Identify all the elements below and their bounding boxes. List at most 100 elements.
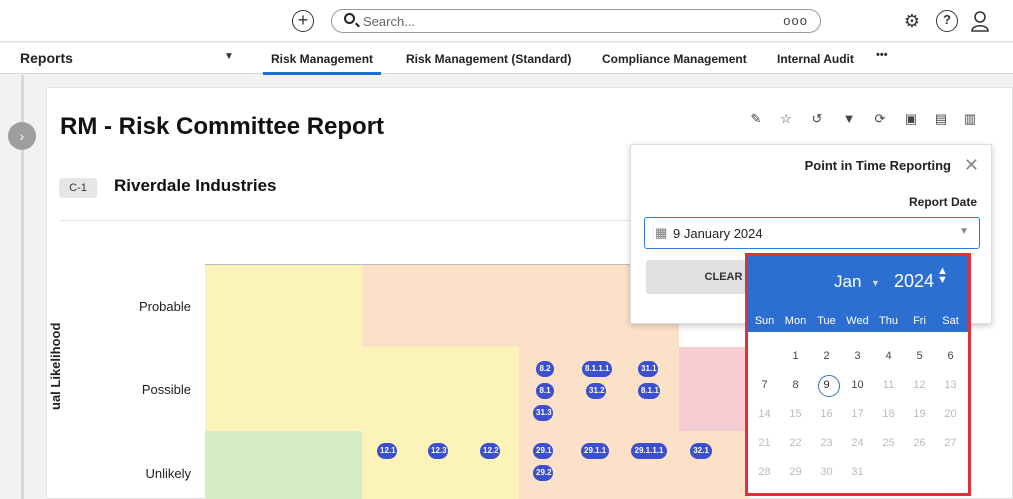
calendar-day[interactable]: 26 (904, 437, 935, 449)
matrix-cell (205, 431, 362, 499)
tab-compliance-management[interactable]: Compliance Management (602, 52, 747, 66)
risk-pill[interactable]: 31.3 (533, 405, 553, 421)
popup-title: Point in Time Reporting (804, 158, 951, 173)
calendar-day[interactable]: 12 (904, 379, 935, 391)
calendar-day[interactable]: 1 (780, 350, 811, 362)
risk-pill[interactable]: 31.1 (638, 361, 658, 377)
page-title: RM - Risk Committee Report (60, 113, 385, 140)
history-icon[interactable]: ↺ (809, 111, 825, 129)
tab-risk-management[interactable]: Risk Management (262, 52, 382, 75)
refresh-icon[interactable]: ⟳ (872, 111, 888, 129)
calendar-day[interactable]: 13 (935, 379, 966, 391)
gear-icon[interactable]: ⚙ (901, 10, 923, 32)
calendar-day[interactable]: 23 (811, 437, 842, 449)
filter-icon[interactable]: ▼ (841, 111, 857, 129)
help-icon[interactable]: ? (936, 10, 958, 32)
org-badge: C-1 (59, 178, 97, 198)
weekday-label: Tue (817, 315, 836, 327)
weekday-label: Sun (754, 315, 775, 327)
close-icon[interactable]: ✕ (964, 155, 979, 176)
search-options-icon[interactable]: ooo (783, 13, 808, 28)
chevron-down-icon[interactable]: ▼ (959, 226, 969, 237)
month-select[interactable]: Jan (834, 272, 861, 292)
top-bar: + Search... ooo ⚙ ? (0, 0, 1013, 42)
calendar-day[interactable]: 19 (904, 408, 935, 420)
user-icon[interactable] (969, 10, 991, 32)
word-export-icon[interactable]: ▤ (933, 111, 949, 129)
matrix-cell (362, 347, 519, 431)
row-label-probable: Probable (138, 299, 191, 314)
risk-pill[interactable]: 12.3 (428, 443, 448, 459)
year-stepper-icon[interactable]: ▲ ▼ (937, 266, 948, 286)
edit-icon[interactable]: ✎ (748, 111, 764, 129)
risk-pill[interactable]: 12.1 (377, 443, 397, 459)
search-placeholder: Search... (363, 14, 416, 29)
more-tabs-icon[interactable]: ••• (876, 49, 888, 61)
nav-bar: Reports ▼ Risk Management Risk Managemen… (0, 43, 1013, 75)
calendar-day[interactable]: 7 (749, 379, 780, 391)
calendar-day[interactable]: 4 (873, 350, 904, 362)
matrix-cell (362, 431, 519, 499)
risk-pill[interactable]: 29.1.1.1 (631, 443, 667, 459)
matrix-cell (205, 347, 362, 431)
calendar-day-selected[interactable]: 9 (811, 379, 842, 391)
risk-pill[interactable]: 8.1 (536, 383, 554, 399)
org-name: Riverdale Industries (114, 176, 277, 195)
risk-pill[interactable]: 32.1 (690, 443, 712, 459)
calendar-day[interactable]: 6 (935, 350, 966, 362)
star-icon[interactable]: ☆ (778, 111, 794, 129)
matrix-cell (205, 264, 362, 347)
calendar-day[interactable]: 31 (842, 466, 873, 478)
calendar-day[interactable]: 27 (935, 437, 966, 449)
calendar-day[interactable]: 25 (873, 437, 904, 449)
risk-pill[interactable]: 8.1.1.1 (582, 361, 612, 377)
search-input[interactable]: Search... ooo (331, 9, 821, 33)
calendar-icon: ▦ (655, 225, 668, 240)
calendar-day[interactable]: 10 (842, 379, 873, 391)
calendar-day[interactable]: 22 (780, 437, 811, 449)
calendar-day[interactable]: 20 (935, 408, 966, 420)
calendar-day[interactable]: 24 (842, 437, 873, 449)
tab-internal-audit[interactable]: Internal Audit (777, 52, 854, 66)
calendar-day[interactable]: 14 (749, 408, 780, 420)
calendar-day[interactable]: 3 (842, 350, 873, 362)
calendar-day[interactable]: 8 (780, 379, 811, 391)
calendar-day[interactable]: 30 (811, 466, 842, 478)
calendar-day[interactable]: 2 (811, 350, 842, 362)
expand-panel-icon[interactable]: › (8, 122, 36, 150)
weekday-label: Sat (942, 315, 959, 327)
reports-menu-label[interactable]: Reports (20, 50, 73, 66)
calendar-day[interactable]: 29 (780, 466, 811, 478)
row-label-unlikely: Unlikely (145, 466, 191, 481)
calendar-day[interactable]: 18 (873, 408, 904, 420)
risk-pill[interactable]: 29.1 (533, 443, 553, 459)
matrix-cell (362, 264, 519, 347)
calendar-day[interactable]: 21 (749, 437, 780, 449)
report-date-field[interactable]: ▦ 9 January 2024 ▼ (644, 217, 980, 249)
excel-export-icon[interactable]: ▥ (962, 111, 978, 129)
risk-pill[interactable]: 8.2 (536, 361, 554, 377)
weekday-label: Thu (879, 315, 898, 327)
y-axis-label: ual Likelihood (48, 322, 63, 410)
calendar-day[interactable]: 11 (873, 379, 904, 391)
risk-pill[interactable]: 31.2 (586, 383, 606, 399)
pdf-export-icon[interactable]: ▣ (903, 111, 919, 129)
risk-pill[interactable]: 29.1.1 (581, 443, 609, 459)
calendar-day[interactable]: 17 (842, 408, 873, 420)
report-date-value: 9 January 2024 (673, 226, 763, 241)
matrix-cell (679, 347, 749, 431)
chevron-down-icon[interactable]: ▼ (871, 278, 880, 288)
calendar-day[interactable]: 15 (780, 408, 811, 420)
calendar-day[interactable]: 28 (749, 466, 780, 478)
risk-pill[interactable]: 29.2 (533, 465, 553, 481)
chevron-down-icon[interactable]: ▼ (224, 51, 234, 62)
risk-pill[interactable]: 8.1.1 (638, 383, 660, 399)
tab-risk-management-standard[interactable]: Risk Management (Standard) (406, 52, 571, 66)
calendar-day[interactable]: 5 (904, 350, 935, 362)
matrix-cell (679, 431, 749, 499)
risk-pill[interactable]: 12.2 (480, 443, 500, 459)
calendar-day[interactable]: 16 (811, 408, 842, 420)
add-icon[interactable]: + (292, 10, 314, 32)
date-picker: Jan ▼ 2024 ▲ ▼ Sun Mon Tue Wed Thu Fri Sa… (745, 253, 971, 496)
year-input[interactable]: 2024 (894, 271, 934, 292)
